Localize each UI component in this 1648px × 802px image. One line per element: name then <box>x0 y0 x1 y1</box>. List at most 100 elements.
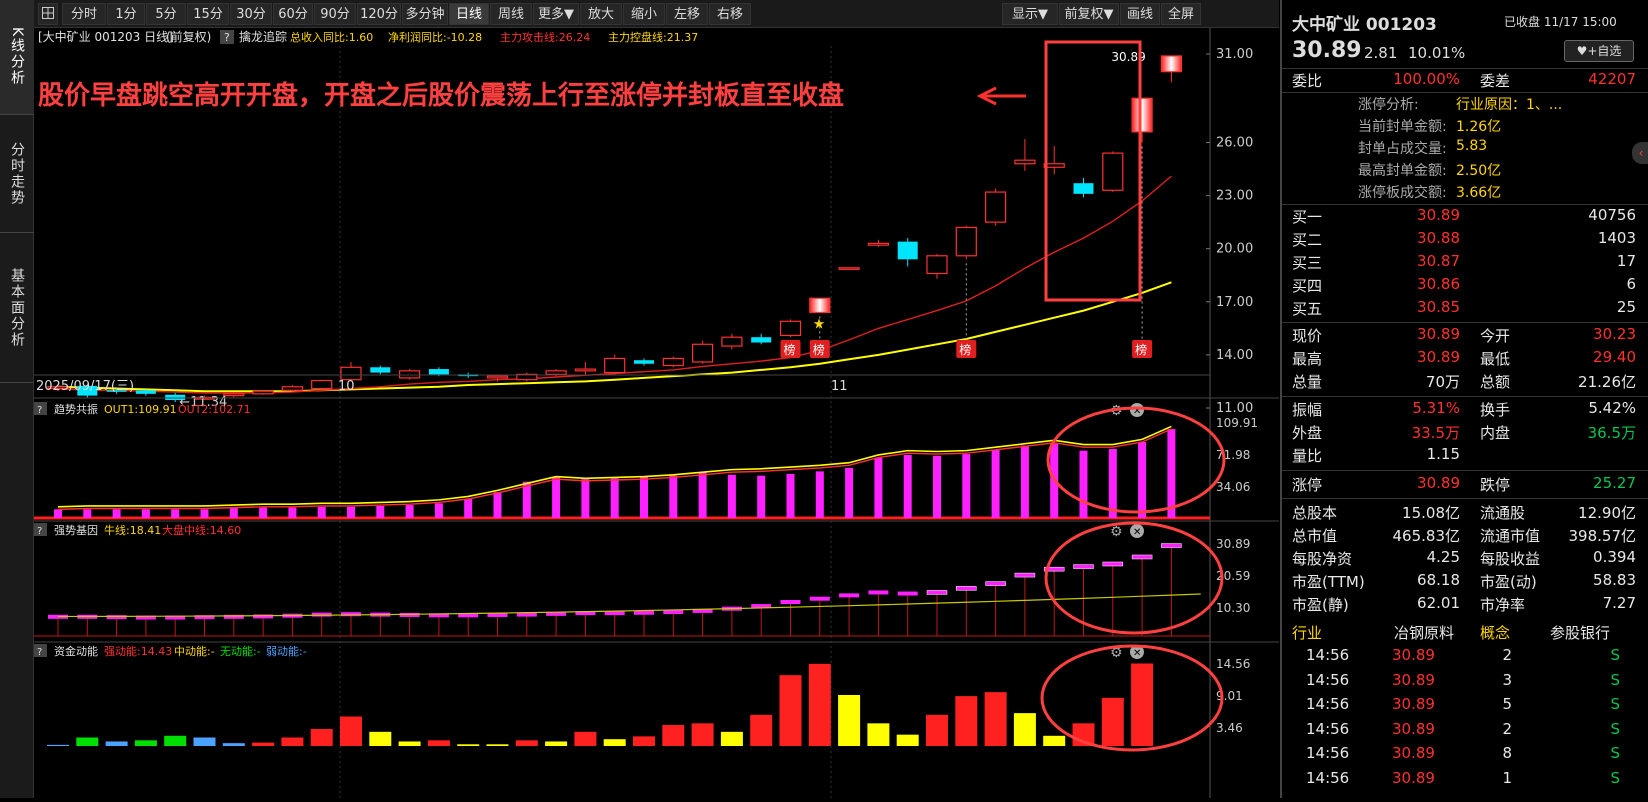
momentum-bar <box>252 742 275 746</box>
trend-bar <box>259 507 268 518</box>
concept-value: 参股银行 <box>1550 624 1611 642</box>
candle <box>662 356 684 368</box>
trend-bar <box>317 506 326 518</box>
tick-price: 30.89 <box>1392 695 1435 713</box>
price-change-pct: 10.01% <box>1408 44 1466 62</box>
stat-label: 最低 <box>1480 350 1511 368</box>
stat-label: 换手 <box>1480 401 1511 419</box>
gear-icon[interactable]: ⚙ <box>1110 524 1123 540</box>
limit-value: 行业原因：1、... <box>1456 97 1563 113</box>
stat-value: 29.40 <box>1593 348 1636 366</box>
period-button-6[interactable]: 90分 <box>314 3 356 25</box>
stat-value: 33.5万 <box>1411 424 1460 442</box>
trend-bar <box>669 475 678 518</box>
momentum-bar <box>926 714 948 746</box>
price-axis-label: 11.00 <box>1216 401 1253 416</box>
stat-label: 流通市值 <box>1480 527 1541 545</box>
left-tab-0[interactable]: K线分析 <box>0 0 34 115</box>
add-watchlist-button[interactable]: ♥+自选 <box>1564 40 1634 62</box>
period-button-0[interactable]: 分时 <box>62 3 106 25</box>
tick-time: 14:56 <box>1306 768 1350 787</box>
momentum-bar <box>1101 697 1124 746</box>
momentum-bar <box>984 692 1007 746</box>
tick-side: S <box>1610 695 1620 713</box>
left-tab-2[interactable]: 基本面分析 <box>0 233 34 383</box>
period-button-8[interactable]: 多分钟 <box>402 3 448 25</box>
momentum-bar <box>76 737 99 746</box>
period-button-2[interactable]: 5分 <box>146 3 186 25</box>
bid-label: 买五 <box>1292 300 1323 318</box>
left-tab-1[interactable]: 分时走势 <box>0 115 34 233</box>
trend-bar <box>288 507 297 518</box>
period-button-1[interactable]: 1分 <box>107 3 145 25</box>
bid-volume: 1403 <box>1597 229 1636 247</box>
momentum-bar <box>427 740 450 746</box>
period-button-10[interactable]: 周线 <box>490 3 532 25</box>
momentum-bar <box>1131 663 1154 746</box>
toolbar: 分时 1分 5分 15分 30分 60分 90分 120分 多分钟 日线 周线 更多▼ 放大 缩小 左移 右移… <box>34 0 1279 28</box>
trend-bar <box>1138 442 1147 518</box>
momentum-bar <box>779 675 802 746</box>
trend-bar <box>640 476 648 518</box>
period-button-14[interactable]: 左移 <box>666 3 708 25</box>
period-button-5[interactable]: 60分 <box>273 3 313 25</box>
price-axis-label: 17.00 <box>1216 295 1253 310</box>
period-button-3[interactable]: 15分 <box>187 3 229 25</box>
indicator-metric: 总收入同比:1.60 <box>290 30 373 44</box>
candle <box>955 225 977 260</box>
indicator-metric: 净利润同比:-10.28 <box>388 30 482 44</box>
period-button-4[interactable]: 30分 <box>230 3 272 25</box>
grid-menu-icon[interactable] <box>38 3 58 25</box>
divider <box>1282 92 1648 93</box>
period-button-11[interactable]: 更多▼ <box>533 3 579 25</box>
date-axis-label: 11 <box>831 379 848 394</box>
momentum-bar <box>955 696 978 746</box>
stat-value: 30.23 <box>1593 325 1636 343</box>
info-row: 涨停分析: 行业原因：1、... <box>1282 94 1648 118</box>
industry-label: 行业 <box>1292 624 1323 642</box>
limit-value: 5.83 <box>1456 138 1488 154</box>
stat-label: 市盈(动) <box>1480 573 1537 591</box>
info-row: 市盈(TTM) 68.18 市盈(动) 58.83 <box>1282 571 1648 595</box>
candle <box>779 319 802 338</box>
last-price: 30.89 <box>1292 38 1362 63</box>
tick-price: 30.89 <box>1392 744 1435 762</box>
divider <box>1282 396 1648 397</box>
limit-label: 当前封单金额: <box>1358 119 1447 135</box>
period-button-15[interactable]: 右移 <box>709 3 751 25</box>
momentum-bar <box>222 743 245 746</box>
weicha-label: 委差 <box>1480 72 1511 90</box>
gene-bar <box>1131 554 1153 560</box>
info-row: 每股净资 4.25 每股收益 0.394 <box>1282 548 1648 572</box>
period-button-7[interactable]: 120分 <box>357 3 401 25</box>
period-button-13[interactable]: 缩小 <box>623 3 665 25</box>
period-button-12[interactable]: 放大 <box>580 3 622 25</box>
bang-badge-label: 榜 <box>813 342 825 357</box>
stat-value: 5.31% <box>1412 399 1460 417</box>
momentum-bar <box>545 741 568 746</box>
toolbar-right-2[interactable]: 画线 <box>1120 3 1160 25</box>
toolbar-right-0[interactable]: 显示▼ <box>1002 3 1058 25</box>
weibi-label: 委比 <box>1292 72 1323 90</box>
stat-label: 涨停 <box>1292 476 1323 494</box>
stat-label: 总股本 <box>1292 504 1338 522</box>
stat-label: 市盈(TTM) <box>1292 573 1365 591</box>
toolbar-right-1[interactable]: 前复权▼ <box>1059 3 1119 25</box>
chart-canvas[interactable]: [大中矿业 001203 日线](前复权)? 擒龙追踪 总收入同比:1.60 净利润同… <box>34 28 1279 798</box>
gene-bar <box>956 586 977 591</box>
trend-bar <box>347 506 355 518</box>
market-status: 已收盘 11/17 15:00 <box>1504 15 1617 29</box>
info-row: 现价 30.89 今开 30.23 <box>1282 325 1648 349</box>
panel-legend-3: 无动能:- <box>220 644 261 658</box>
panel-legend-1: OUT2:102.71 <box>178 403 251 416</box>
trend-bar <box>54 509 62 518</box>
panel-legend-2: 大盘中线:14.60 <box>162 523 241 537</box>
period-button-9[interactable]: 日线 <box>449 3 489 25</box>
toolbar-right-3[interactable]: 全屏 <box>1161 3 1201 25</box>
momentum-bar <box>750 714 773 746</box>
price-axis-label: 20.00 <box>1216 242 1253 257</box>
bid-price: 30.85 <box>1417 298 1460 316</box>
indicator-name: 擒龙追踪 <box>239 29 287 44</box>
info-row: 总股本 15.08亿 流通股 12.90亿 <box>1282 502 1648 526</box>
collapse-arrow-icon[interactable]: ‹ <box>1632 142 1648 164</box>
